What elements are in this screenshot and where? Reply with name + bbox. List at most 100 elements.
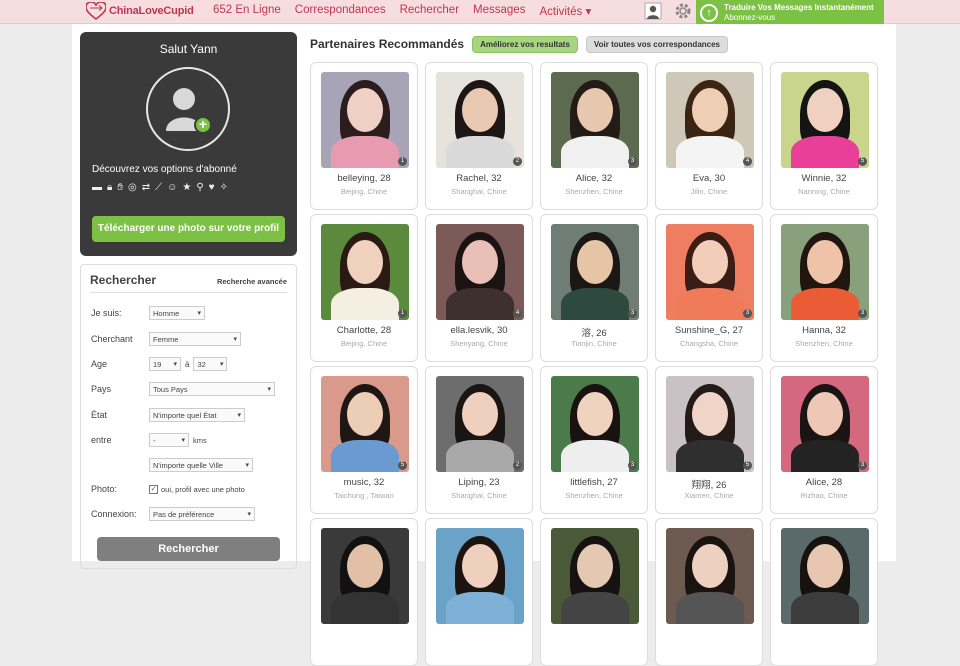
member-card[interactable]: 4 ella.lesvik, 30 Shenyang, Chine	[425, 214, 533, 362]
member-photo[interactable]: 4	[666, 72, 754, 168]
member-card[interactable]: 3 Sunshine_G, 27 Changsha, Chine	[655, 214, 763, 362]
photo-body	[676, 440, 744, 472]
member-name[interactable]: Sunshine_G, 27	[656, 325, 762, 336]
advanced-search-link[interactable]: Recherche avancée	[217, 277, 287, 286]
member-card[interactable]: 3 littlefish, 27 Shenzhen, Chine	[540, 366, 648, 514]
improve-results-button[interactable]: Améliorez vos resultats	[472, 35, 578, 53]
member-card[interactable]: 5 Winnie, 32 Nanning, Chine	[770, 62, 878, 210]
upgrade-banner[interactable]: ↑ Traduire Vos Messages Instantanément A…	[696, 0, 884, 26]
member-card[interactable]	[770, 518, 878, 666]
member-name[interactable]: 翔翔, 26	[656, 477, 762, 491]
i-am-select[interactable]: Homme	[149, 306, 205, 320]
photo-body	[561, 592, 629, 624]
member-photo[interactable]: 4	[436, 224, 524, 320]
member-name[interactable]: Eva, 30	[656, 173, 762, 184]
member-photo[interactable]: 5	[781, 72, 869, 168]
upload-photo-button[interactable]: Télécharger une photo sur votre profil	[92, 216, 285, 242]
photo-checkbox[interactable]: ✓	[149, 484, 158, 494]
photo-count-badge: 3	[628, 309, 637, 318]
member-card[interactable]	[425, 518, 533, 666]
photo-body	[676, 136, 744, 168]
country-select[interactable]: Tous Pays	[149, 382, 275, 396]
state-select[interactable]: N'importe quel État	[149, 408, 245, 422]
nav-matches[interactable]: Correspondances	[295, 4, 386, 18]
member-card[interactable]: 1 belleying, 28 Beijing, Chine	[310, 62, 418, 210]
member-card[interactable]	[655, 518, 763, 666]
member-photo[interactable]	[321, 528, 409, 624]
nav-search[interactable]: Rechercher	[400, 4, 459, 18]
member-photo[interactable]: 3	[551, 224, 639, 320]
site-logo[interactable]: ChinaLoveCupid	[86, 1, 194, 21]
seeking-select[interactable]: Femme	[149, 332, 241, 346]
member-photo[interactable]: 2	[436, 376, 524, 472]
photo-body	[676, 288, 744, 320]
age-to-select[interactable]: 32	[193, 357, 228, 371]
member-name[interactable]: Winnie, 32	[771, 173, 877, 184]
feature-icons: ▬ 🔒︎ ✋︎ ◎ ⇄ ⟋ ☺ ★ ⚲ ♥ ✧	[92, 182, 228, 193]
member-card[interactable]: 5 music, 32 Taichung , Taiwan	[310, 366, 418, 514]
member-photo[interactable]: 3	[781, 376, 869, 472]
see-all-matches-button[interactable]: Voir toutes vos correspondances	[585, 35, 728, 53]
distance-select[interactable]: -	[149, 433, 189, 447]
photo-count-badge: 5	[398, 461, 407, 470]
member-card[interactable]: 5 翔翔, 26 Xiamen, Chine	[655, 366, 763, 514]
member-photo[interactable]: 1	[321, 72, 409, 168]
add-photo-icon[interactable]: +	[194, 116, 212, 134]
photo-count-badge: 3	[628, 157, 637, 166]
member-name[interactable]: ella.lesvik, 30	[426, 325, 532, 336]
nav-activities[interactable]: Activités ▾	[539, 4, 591, 18]
member-name[interactable]: belleying, 28	[311, 173, 417, 184]
member-photo[interactable]	[666, 528, 754, 624]
member-card[interactable]: 3 Hanna, 32 Shenzhen, Chine	[770, 214, 878, 362]
member-photo[interactable]: 3	[551, 376, 639, 472]
photo-body	[446, 136, 514, 168]
connection-select[interactable]: Pas de préférence	[149, 507, 255, 521]
photo-face	[462, 544, 498, 588]
member-photo[interactable]: 3	[666, 224, 754, 320]
member-card[interactable]: 3 溶, 26 Tianjin, Chine	[540, 214, 648, 362]
member-photo[interactable]: 3	[551, 72, 639, 168]
member-name[interactable]: Alice, 28	[771, 477, 877, 488]
member-location: Xiamen, Chine	[684, 491, 734, 500]
member-photo[interactable]: 1	[321, 224, 409, 320]
user-profile-icon[interactable]	[644, 2, 662, 20]
member-name[interactable]: Rachel, 32	[426, 173, 532, 184]
member-card[interactable]: 2 Liping, 23 Shanghai, Chine	[425, 366, 533, 514]
member-card[interactable]	[540, 518, 648, 666]
member-name[interactable]: music, 32	[311, 477, 417, 488]
member-name[interactable]: littlefish, 27	[541, 477, 647, 488]
avatar-placeholder[interactable]: +	[146, 67, 230, 151]
member-card[interactable]: 3 Alice, 28 Rizhao, Chine	[770, 366, 878, 514]
photo-body	[791, 288, 859, 320]
search-button[interactable]: Rechercher	[97, 537, 280, 561]
nav-messages[interactable]: Messages	[473, 4, 525, 18]
member-name[interactable]: Alice, 32	[541, 173, 647, 184]
gear-icon[interactable]	[674, 2, 692, 20]
greeting: Salut Yann	[159, 42, 218, 56]
member-location: Shenzhen, Chine	[565, 491, 623, 500]
nav-online[interactable]: 652 En Ligne	[213, 4, 281, 18]
member-card[interactable]: 4 Eva, 30 Jilin, Chine	[655, 62, 763, 210]
member-name[interactable]: Hanna, 32	[771, 325, 877, 336]
section-title: Partenaires Recommandés	[310, 37, 465, 51]
member-location: Shenyang, Chine	[450, 339, 508, 348]
member-card[interactable]: 2 Rachel, 32 Shanghai, Chine	[425, 62, 533, 210]
member-photo[interactable]: 5	[321, 376, 409, 472]
member-photo[interactable]: 3	[781, 224, 869, 320]
member-card[interactable]: 3 Alice, 32 Shenzhen, Chine	[540, 62, 648, 210]
member-name[interactable]: Charlotte, 28	[311, 325, 417, 336]
member-photo[interactable]: 5	[666, 376, 754, 472]
member-name[interactable]: Liping, 23	[426, 477, 532, 488]
member-name[interactable]: 溶, 26	[541, 325, 647, 339]
profile-card: Salut Yann + Découvrez vos options d'abo…	[80, 32, 297, 256]
member-photo[interactable]	[781, 528, 869, 624]
member-photo[interactable]	[436, 528, 524, 624]
city-select[interactable]: N'importe quelle Ville	[149, 458, 253, 472]
member-card[interactable]	[310, 518, 418, 666]
photo-face	[692, 88, 728, 132]
member-card[interactable]: 1 Charlotte, 28 Beijing, Chine	[310, 214, 418, 362]
member-photo[interactable]	[551, 528, 639, 624]
photo-count-badge: 1	[398, 309, 407, 318]
member-photo[interactable]: 2	[436, 72, 524, 168]
age-from-select[interactable]: 19	[149, 357, 181, 371]
